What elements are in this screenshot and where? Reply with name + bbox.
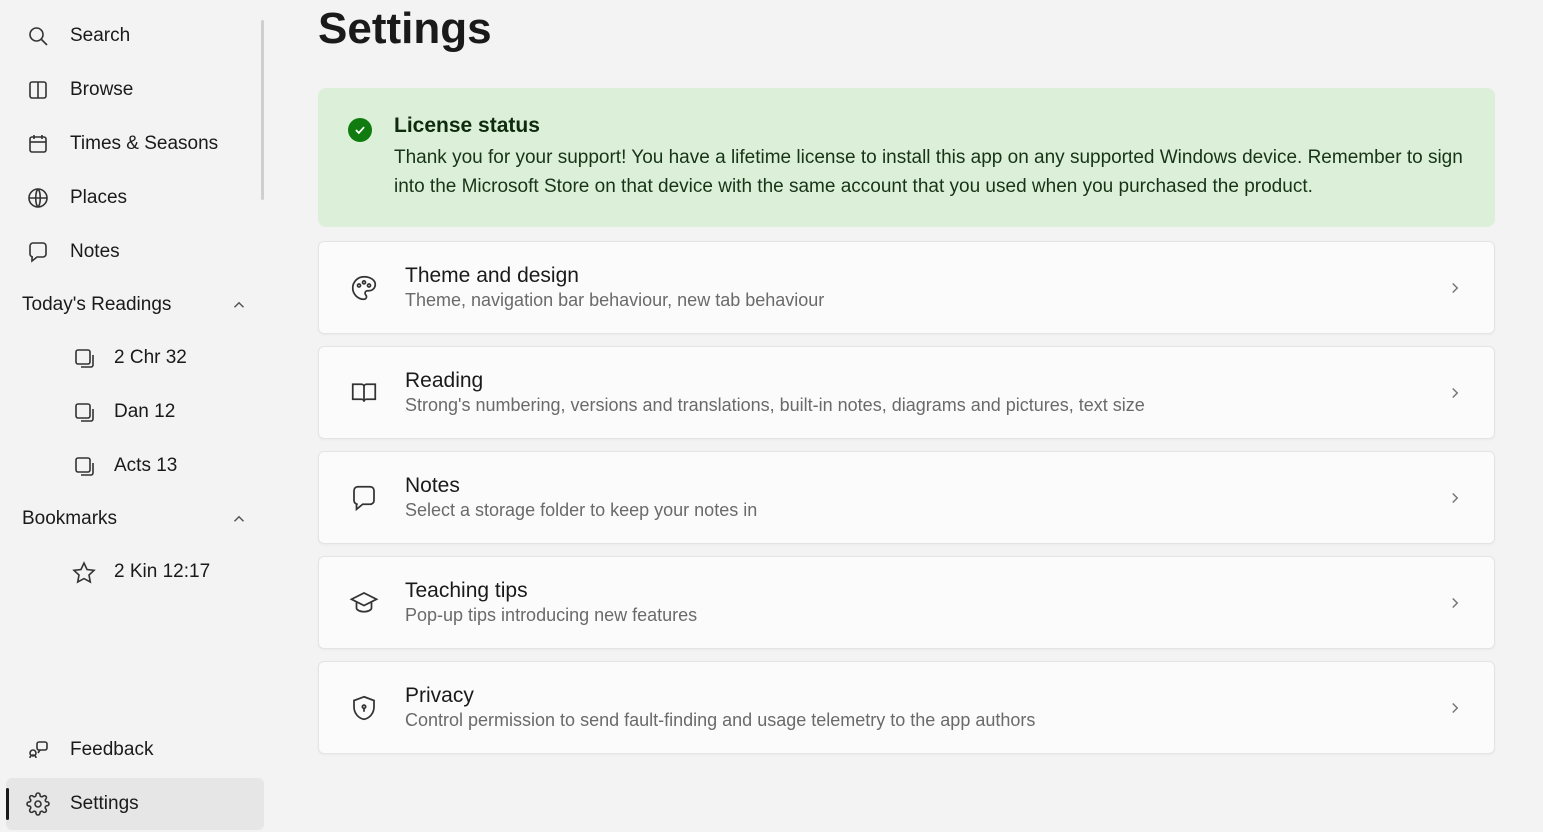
sidebar-section-title: Today's Readings (22, 294, 171, 316)
note-icon (349, 483, 379, 513)
sidebar-item-browse[interactable]: Browse (6, 64, 264, 116)
chevron-right-icon (1446, 384, 1464, 402)
sidebar: Search Browse Times & Seasons Places Not (0, 0, 270, 832)
card-body: Reading Strong's numbering, versions and… (405, 369, 1420, 416)
settings-card-privacy[interactable]: Privacy Control permission to send fault… (318, 661, 1495, 754)
settings-card-reading[interactable]: Reading Strong's numbering, versions and… (318, 346, 1495, 439)
card-subtitle: Control permission to send fault-finding… (405, 710, 1420, 731)
sidebar-item-label: Browse (70, 79, 133, 101)
book-icon (26, 78, 50, 102)
card-subtitle: Strong's numbering, versions and transla… (405, 395, 1420, 416)
sidebar-section-bookmarks[interactable]: Bookmarks (0, 494, 270, 544)
card-title: Teaching tips (405, 579, 1420, 603)
chevron-up-icon (230, 296, 248, 314)
chevron-right-icon (1446, 279, 1464, 297)
tab-icon (72, 454, 96, 478)
card-title: Theme and design (405, 264, 1420, 288)
sidebar-sub-label: Dan 12 (114, 401, 175, 423)
sidebar-scroll-area: Search Browse Times & Seasons Places Not (0, 0, 270, 721)
sidebar-item-label: Search (70, 25, 130, 47)
graduation-cap-icon (349, 588, 379, 618)
page-title: Settings (318, 4, 1495, 54)
star-icon (72, 560, 96, 584)
card-body: Notes Select a storage folder to keep yo… (405, 474, 1420, 521)
gear-icon (26, 792, 50, 816)
search-icon (26, 24, 50, 48)
settings-card-teaching-tips[interactable]: Teaching tips Pop-up tips introducing ne… (318, 556, 1495, 649)
sidebar-section-todays-readings[interactable]: Today's Readings (0, 280, 270, 330)
settings-card-theme-and-design[interactable]: Theme and design Theme, navigation bar b… (318, 241, 1495, 334)
chevron-right-icon (1446, 699, 1464, 717)
card-subtitle: Theme, navigation bar behaviour, new tab… (405, 290, 1420, 311)
sidebar-item-search[interactable]: Search (6, 10, 264, 62)
banner-title: License status (394, 114, 1465, 138)
sidebar-reading-item-dan12[interactable]: Dan 12 (6, 386, 264, 438)
check-circle-icon (348, 118, 372, 142)
sidebar-sub-label: Acts 13 (114, 455, 177, 477)
main-content: Settings License status Thank you for yo… (270, 0, 1543, 832)
sidebar-item-label: Settings (70, 793, 139, 815)
banner-text: License status Thank you for your suppor… (394, 114, 1465, 201)
card-body: Privacy Control permission to send fault… (405, 684, 1420, 731)
sidebar-item-feedback[interactable]: Feedback (6, 724, 264, 776)
sidebar-sub-label: 2 Kin 12:17 (114, 561, 210, 583)
sidebar-item-settings[interactable]: Settings (6, 778, 264, 830)
card-title: Privacy (405, 684, 1420, 708)
sidebar-item-times-seasons[interactable]: Times & Seasons (6, 118, 264, 170)
card-subtitle: Pop-up tips introducing new features (405, 605, 1420, 626)
sidebar-item-places[interactable]: Places (6, 172, 264, 224)
sidebar-bookmark-item-2kin1217[interactable]: 2 Kin 12:17 (6, 546, 264, 598)
card-title: Reading (405, 369, 1420, 393)
tab-icon (72, 400, 96, 424)
sidebar-section-title: Bookmarks (22, 508, 117, 530)
globe-icon (26, 186, 50, 210)
sidebar-bottom: Feedback Settings (0, 721, 270, 832)
calendar-icon (26, 132, 50, 156)
chevron-right-icon (1446, 489, 1464, 507)
sidebar-sub-label: 2 Chr 32 (114, 347, 187, 369)
card-body: Theme and design Theme, navigation bar b… (405, 264, 1420, 311)
card-body: Teaching tips Pop-up tips introducing ne… (405, 579, 1420, 626)
license-status-banner: License status Thank you for your suppor… (318, 88, 1495, 227)
shield-icon (349, 693, 379, 723)
sidebar-item-label: Notes (70, 241, 120, 263)
feedback-icon (26, 738, 50, 762)
open-book-icon (349, 378, 379, 408)
palette-icon (349, 273, 379, 303)
tab-icon (72, 346, 96, 370)
settings-card-notes[interactable]: Notes Select a storage folder to keep yo… (318, 451, 1495, 544)
chevron-right-icon (1446, 594, 1464, 612)
sidebar-item-label: Places (70, 187, 127, 209)
sidebar-item-label: Feedback (70, 739, 153, 761)
sidebar-reading-item-2chr32[interactable]: 2 Chr 32 (6, 332, 264, 384)
card-subtitle: Select a storage folder to keep your not… (405, 500, 1420, 521)
card-title: Notes (405, 474, 1420, 498)
banner-description: Thank you for your support! You have a l… (394, 144, 1465, 201)
note-icon (26, 240, 50, 264)
chevron-up-icon (230, 510, 248, 528)
sidebar-item-label: Times & Seasons (70, 133, 218, 155)
sidebar-reading-item-acts13[interactable]: Acts 13 (6, 440, 264, 492)
sidebar-item-notes[interactable]: Notes (6, 226, 264, 278)
